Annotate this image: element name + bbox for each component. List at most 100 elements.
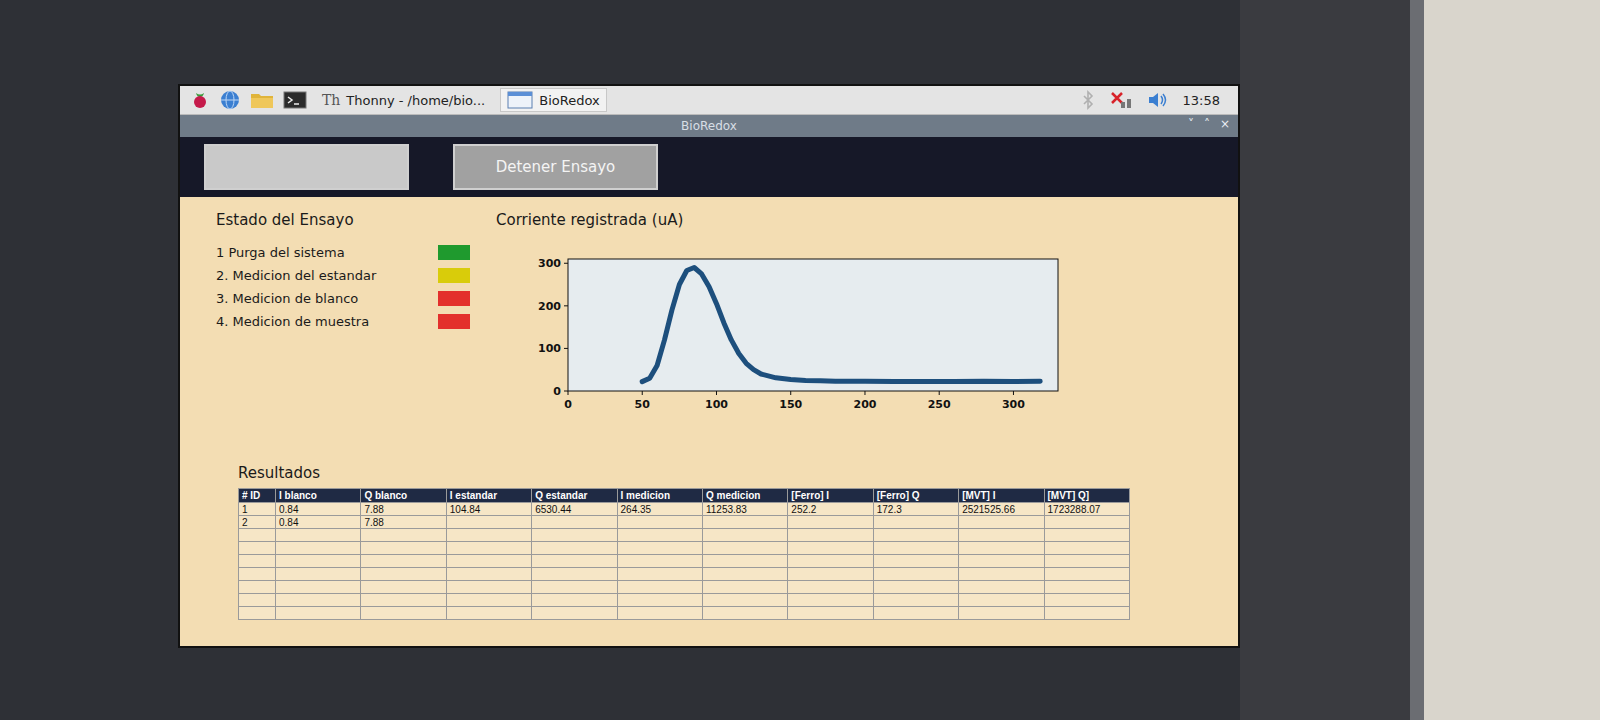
table-cell <box>239 555 276 568</box>
y-tick: 200 <box>538 300 568 313</box>
table-cell <box>532 607 617 620</box>
status-step: 1 Purga del sistema <box>216 241 470 264</box>
table-cell <box>1044 529 1129 542</box>
window-control-button[interactable]: × <box>1220 117 1230 131</box>
table-cell <box>617 542 702 555</box>
table-cell <box>873 607 958 620</box>
table-cell: 11253.83 <box>702 503 787 516</box>
table-cell <box>532 529 617 542</box>
table-cell: 264.35 <box>617 503 702 516</box>
table-row <box>239 529 1130 542</box>
table-cell <box>532 568 617 581</box>
app-task[interactable]: BioRedox <box>500 88 606 112</box>
table-cell: 1723288.07 <box>1044 503 1129 516</box>
table-cell <box>617 516 702 529</box>
table-cell <box>446 607 531 620</box>
bluetooth-icon[interactable] <box>1081 90 1095 110</box>
y-tick: 300 <box>538 257 568 270</box>
window-controls: ˅ ˄ × <box>1188 117 1230 131</box>
window-icon <box>507 91 533 109</box>
table-cell <box>1044 607 1129 620</box>
main-panel: Estado del Ensayo1 Purga del sistema2. M… <box>180 197 1238 646</box>
column-header: Q medicion <box>702 489 787 503</box>
column-header: [MVT] Q] <box>1044 489 1129 503</box>
table-cell: 0.84 <box>276 503 361 516</box>
table-cell <box>446 568 531 581</box>
current-chart: Corriente registrada (uA)010020030005010… <box>496 211 1068 416</box>
column-header: [Ferro] Q <box>873 489 958 503</box>
network-disconnected-icon[interactable] <box>1109 90 1133 110</box>
table-cell: 2 <box>239 516 276 529</box>
table-row: 10.847.88104.846530.44264.3511253.83252.… <box>239 503 1130 516</box>
table-cell <box>873 594 958 607</box>
globe-icon[interactable] <box>219 89 241 111</box>
table-cell <box>1044 594 1129 607</box>
chart-title: Corriente registrada (uA) <box>496 211 1068 229</box>
results-panel: Resultados # IDI blancoQ blancoI estandar… <box>180 416 1238 620</box>
table-cell <box>239 607 276 620</box>
volume-icon[interactable] <box>1147 90 1169 110</box>
status-step: 2. Medicion del estandar <box>216 264 470 287</box>
table-cell <box>702 542 787 555</box>
table-cell <box>276 594 361 607</box>
table-cell <box>532 516 617 529</box>
column-header: I blanco <box>276 489 361 503</box>
table-header-row: # IDI blancoQ blancoI estandarQ estandar… <box>239 489 1130 503</box>
table-cell <box>239 594 276 607</box>
table-cell <box>788 542 873 555</box>
svg-text:150: 150 <box>779 398 802 411</box>
table-cell <box>276 529 361 542</box>
table-cell <box>617 555 702 568</box>
column-header: Q blanco <box>361 489 446 503</box>
table-cell <box>873 581 958 594</box>
table-row <box>239 581 1130 594</box>
status-indicator <box>438 268 470 283</box>
thonny-task[interactable]: ThThonny - /home/bio... <box>316 90 491 110</box>
table-cell: 6530.44 <box>532 503 617 516</box>
y-tick: 0 <box>553 385 568 398</box>
window-light <box>1410 0 1600 720</box>
results-title: Resultados <box>238 464 1238 482</box>
table-cell: 252.2 <box>788 503 873 516</box>
table-cell <box>873 516 958 529</box>
table-cell <box>959 516 1044 529</box>
table-cell <box>873 529 958 542</box>
table-cell <box>959 555 1044 568</box>
svg-text:100: 100 <box>538 342 561 355</box>
table-cell <box>702 607 787 620</box>
table-cell: 7.88 <box>361 503 446 516</box>
x-tick: 250 <box>928 391 951 411</box>
window-control-button[interactable]: ˄ <box>1204 117 1210 131</box>
table-cell <box>532 555 617 568</box>
table-cell <box>702 516 787 529</box>
toolbar: Detener Ensayo <box>180 137 1238 197</box>
table-cell <box>361 542 446 555</box>
table-cell <box>702 594 787 607</box>
table-cell <box>702 581 787 594</box>
toolbar-button[interactable] <box>204 144 409 190</box>
clock: 13:58 <box>1183 93 1220 108</box>
x-tick: 300 <box>1002 391 1025 411</box>
title-bar: BioRedox˅˄× <box>180 115 1238 137</box>
table-cell <box>702 529 787 542</box>
raspberry-icon[interactable] <box>190 90 210 110</box>
table-cell <box>1044 581 1129 594</box>
table-cell <box>788 555 873 568</box>
table-cell: 172.3 <box>873 503 958 516</box>
table-cell <box>617 581 702 594</box>
table-cell <box>239 581 276 594</box>
current-line <box>642 268 1040 382</box>
x-tick: 50 <box>635 391 651 411</box>
table-cell <box>532 581 617 594</box>
plot-area <box>568 259 1058 391</box>
results-table: # IDI blancoQ blancoI estandarQ estandar… <box>238 488 1130 620</box>
window-control-button[interactable]: ˅ <box>1188 117 1194 131</box>
terminal-icon[interactable] <box>283 90 307 110</box>
status-indicator <box>438 291 470 306</box>
folder-icon[interactable] <box>250 90 274 110</box>
table-cell <box>361 594 446 607</box>
table-row <box>239 607 1130 620</box>
table-cell <box>959 542 1044 555</box>
table-row <box>239 555 1130 568</box>
toolbar-button[interactable]: Detener Ensayo <box>453 144 658 190</box>
